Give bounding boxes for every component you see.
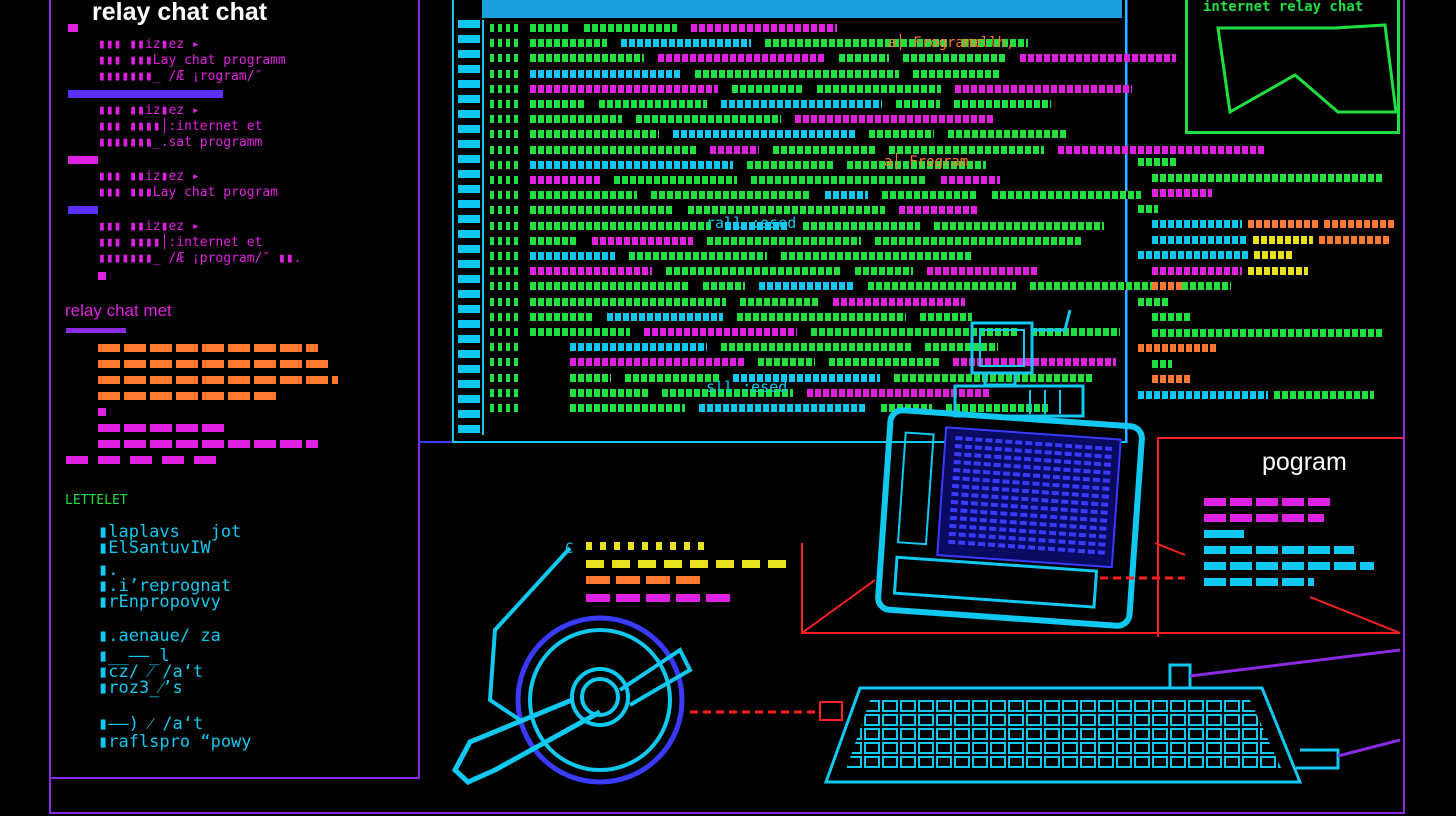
- connector-icon: [690, 576, 1185, 714]
- monitor-icon[interactable]: [953, 309, 1085, 418]
- keyboard-icon[interactable]: [823, 648, 1401, 784]
- disc-icon[interactable]: C: [451, 541, 693, 785]
- svg-text:C: C: [565, 541, 573, 557]
- map-icon: [1216, 23, 1398, 115]
- tablet-icon[interactable]: [875, 407, 1145, 629]
- illustration-layer: C: [451, 23, 1401, 785]
